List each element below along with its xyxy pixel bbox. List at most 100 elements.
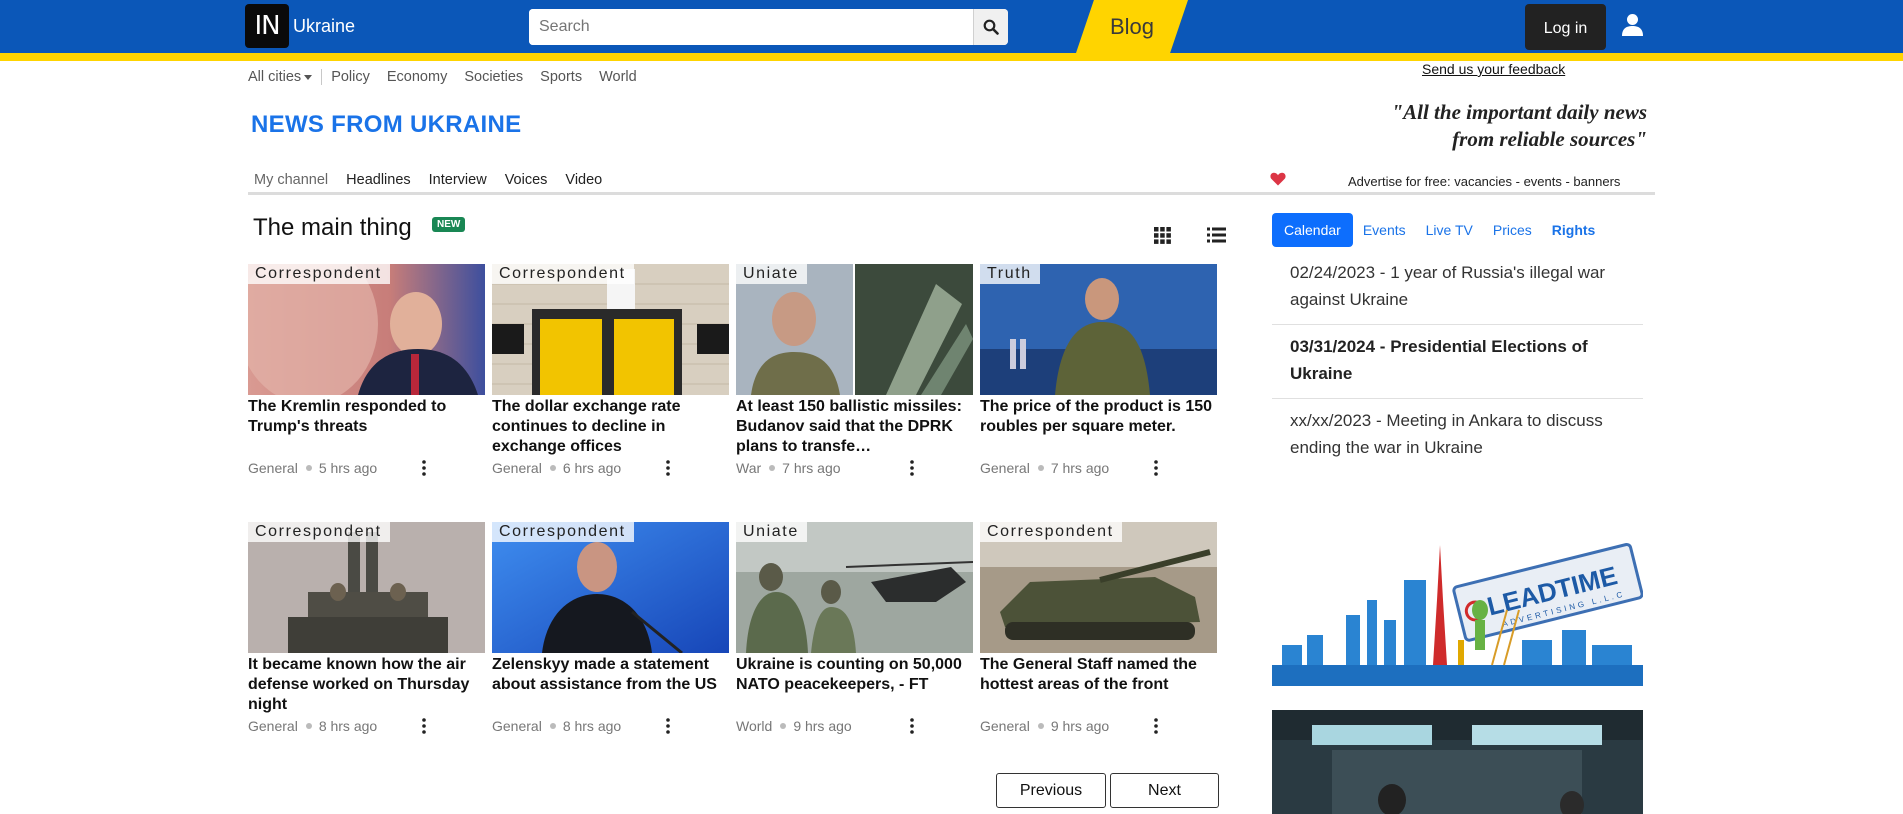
news-headline[interactable]: The General Staff named the hottest area… [980, 655, 1217, 715]
news-time: 7 hrs ago [1050, 460, 1110, 476]
search-bar [529, 9, 1008, 45]
calendar-event[interactable]: xx/xx/2023 - Meeting in Ankara to discus… [1272, 399, 1643, 472]
news-thumbnail[interactable]: Correspondent [492, 522, 729, 653]
news-meta: War 7 hrs ago [736, 458, 973, 478]
nav-item-societies[interactable]: Societies [464, 69, 523, 85]
tab-prices[interactable]: Prices [1483, 213, 1542, 247]
news-thumbnail[interactable]: Correspondent [248, 522, 485, 653]
news-headline[interactable]: It became known how the air defense work… [248, 655, 485, 715]
news-time: 6 hrs ago [562, 460, 622, 476]
news-meta: General 9 hrs ago [980, 716, 1217, 736]
new-badge: NEW [432, 217, 466, 232]
news-category[interactable]: General [980, 718, 1030, 734]
grid-view-icon[interactable] [1154, 227, 1171, 244]
news-card[interactable]: Truth The price of the product is 150 ro… [980, 264, 1217, 478]
more-options-icon[interactable] [1154, 460, 1158, 476]
nav-item-sports[interactable]: Sports [540, 69, 582, 85]
source-label: Correspondent [980, 522, 1122, 542]
news-category[interactable]: General [980, 460, 1030, 476]
more-options-icon[interactable] [910, 718, 914, 734]
news-card[interactable]: Correspondent The General Staff named th… [980, 522, 1217, 736]
news-meta: General 8 hrs ago [492, 716, 729, 736]
previous-button[interactable]: Previous [996, 773, 1106, 808]
news-headline[interactable]: At least 150 ballistic missiles: Budanov… [736, 397, 973, 457]
news-headline[interactable]: The price of the product is 150 roubles … [980, 397, 1217, 457]
search-input[interactable] [529, 9, 973, 45]
brand-name[interactable]: Ukraine [293, 16, 355, 37]
tab-live-tv[interactable]: Live TV [1416, 213, 1483, 247]
source-label: Correspondent [492, 522, 634, 542]
tab-rights[interactable]: Rights [1542, 213, 1606, 247]
feedback-link[interactable]: Send us your feedback [1422, 61, 1565, 77]
news-thumbnail[interactable]: Correspondent [248, 264, 485, 395]
search-icon [983, 19, 999, 35]
nav-item-economy[interactable]: Economy [387, 69, 447, 85]
blog-link[interactable]: Blog [1076, 0, 1188, 53]
tab-video[interactable]: Video [565, 172, 602, 188]
separator-dot [1037, 465, 1044, 472]
news-card[interactable]: Correspondent The dollar exchange rate c… [492, 264, 729, 478]
news-thumbnail[interactable]: Correspondent [492, 264, 729, 395]
advertise-link[interactable]: Advertise for free: vacancies - events -… [1348, 174, 1620, 189]
more-options-icon[interactable] [666, 718, 670, 734]
tab-calendar[interactable]: Calendar [1272, 213, 1353, 247]
news-thumbnail[interactable]: Correspondent [980, 522, 1217, 653]
news-time: 8 hrs ago [318, 718, 378, 734]
news-thumbnail[interactable]: Uniate [736, 264, 973, 395]
news-card[interactable]: Correspondent The Kremlin responded to T… [248, 264, 485, 478]
news-time: 9 hrs ago [793, 718, 852, 734]
leadtime-ad-banner[interactable]: LEADTIME ADVERTISING L.L.C [1272, 540, 1643, 686]
news-card[interactable]: Correspondent Zelenskyy made a statement… [492, 522, 729, 736]
more-options-icon[interactable] [666, 460, 670, 476]
tab-headlines[interactable]: Headlines [346, 172, 411, 188]
news-category[interactable]: General [492, 718, 542, 734]
news-category[interactable]: General [248, 718, 298, 734]
more-options-icon[interactable] [1154, 718, 1158, 734]
source-label: Truth [980, 264, 1040, 284]
all-cities-dropdown[interactable]: All cities [248, 69, 323, 85]
news-time: 8 hrs ago [562, 718, 622, 734]
separator-dot [305, 723, 312, 730]
tab-voices[interactable]: Voices [505, 172, 548, 188]
login-button[interactable]: Log in [1525, 4, 1606, 50]
news-thumbnail[interactable]: Truth [980, 264, 1217, 395]
nav-item-world[interactable]: World [599, 69, 637, 85]
news-category[interactable]: General [492, 460, 542, 476]
news-headline[interactable]: The Kremlin responded to Trump's threats [248, 397, 485, 457]
tagline-line-1: "All the important daily news [1391, 100, 1647, 124]
news-category[interactable]: General [248, 460, 298, 476]
nav-divider [248, 192, 1655, 195]
more-options-icon[interactable] [910, 460, 914, 476]
news-card[interactable]: Correspondent It became known how the ai… [248, 522, 485, 736]
tab-events[interactable]: Events [1353, 213, 1416, 247]
news-headline[interactable]: Ukraine is counting on 50,000 NATO peace… [736, 655, 973, 715]
list-view-icon[interactable] [1207, 227, 1226, 243]
news-category[interactable]: War [736, 460, 761, 476]
tagline-line-2: from reliable sources" [1452, 127, 1647, 151]
news-headline[interactable]: The dollar exchange rate continues to de… [492, 397, 729, 457]
user-icon[interactable] [1620, 12, 1645, 37]
site-logo[interactable]: IN [245, 4, 289, 48]
tab-interview[interactable]: Interview [429, 172, 487, 188]
tab-my-channel[interactable]: My channel [254, 172, 328, 188]
news-category[interactable]: World [736, 718, 772, 734]
source-label: Uniate [736, 264, 807, 284]
news-time: 5 hrs ago [318, 460, 378, 476]
news-meta: General 6 hrs ago [492, 458, 729, 478]
search-button[interactable] [973, 9, 1008, 45]
news-thumbnail[interactable]: Uniate [736, 522, 973, 653]
news-card[interactable]: Uniate Ukraine is counting on 50,000 NAT… [736, 522, 973, 736]
calendar-event[interactable]: 02/24/2023 - 1 year of Russia's illegal … [1272, 251, 1643, 325]
next-button[interactable]: Next [1110, 773, 1219, 808]
heart-icon[interactable] [1270, 172, 1286, 186]
news-card[interactable]: Uniate At least 150 ballistic missiles: … [736, 264, 973, 478]
more-options-icon[interactable] [422, 718, 426, 734]
news-headline[interactable]: Zelenskyy made a statement about assista… [492, 655, 729, 715]
source-label: Correspondent [248, 522, 390, 542]
channel-nav: My channel Headlines Interview Voices Vi… [254, 172, 620, 188]
sidebar-ad-image[interactable] [1272, 710, 1643, 814]
calendar-event[interactable]: 03/31/2024 - Presidential Elections of U… [1272, 325, 1643, 399]
nav-item-policy[interactable]: Policy [331, 69, 370, 85]
navbar-stripe [0, 53, 1903, 61]
more-options-icon[interactable] [422, 460, 426, 476]
